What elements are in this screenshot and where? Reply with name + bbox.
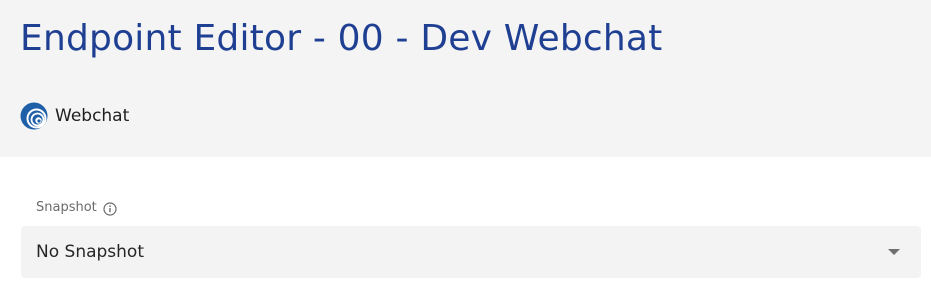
snapshot-label: Snapshot <box>36 200 97 215</box>
info-icon[interactable] <box>103 201 117 216</box>
snapshot-select[interactable]: No Snapshot <box>21 226 921 278</box>
chevron-down-icon[interactable] <box>888 249 900 255</box>
snapshot-field: Snapshot No Snapshot <box>21 196 921 278</box>
editor-header: Endpoint Editor - 00 - Dev Webchat Webch… <box>0 0 931 157</box>
page-title: Endpoint Editor - 00 - Dev Webchat <box>20 18 663 59</box>
channel-indicator: Webchat <box>20 102 129 130</box>
snapshot-label-row: Snapshot <box>21 196 921 220</box>
snapshot-selected-value: No Snapshot <box>36 242 144 262</box>
webchat-logo-icon <box>20 102 48 130</box>
channel-label: Webchat <box>55 106 130 126</box>
